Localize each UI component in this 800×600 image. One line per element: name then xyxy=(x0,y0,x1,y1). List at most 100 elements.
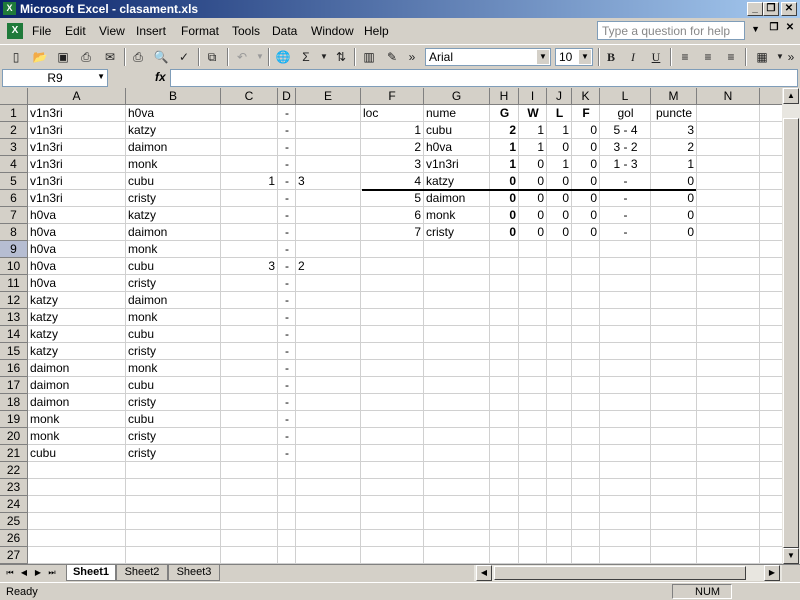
cell-forfeits[interactable]: 0 xyxy=(572,224,600,241)
toolbar-options-icon[interactable]: » xyxy=(784,48,798,66)
cell-home-team[interactable]: h0va xyxy=(28,207,128,224)
horizontal-scrollbar[interactable]: ◀ ▶ xyxy=(474,565,782,581)
permission-icon[interactable]: ⎙ xyxy=(76,48,96,66)
cell-home-team[interactable]: v1n3ri xyxy=(28,139,128,156)
column-header-a[interactable]: A xyxy=(28,88,126,105)
menu-file[interactable]: File xyxy=(32,24,51,38)
menu-window[interactable]: Window xyxy=(311,24,354,38)
minimize-button[interactable]: _ xyxy=(747,2,763,16)
cell-away-team[interactable]: cristy xyxy=(126,190,223,207)
chevron-down-icon[interactable]: ▼ xyxy=(537,50,549,64)
cell-home-goals[interactable] xyxy=(221,428,278,445)
insert-function-icon[interactable]: fx xyxy=(155,70,166,84)
standings-header-F[interactable]: F xyxy=(572,105,600,122)
menu-help[interactable]: Help xyxy=(364,24,389,38)
column-header-b[interactable]: B xyxy=(126,88,221,105)
cell-losses[interactable]: 0 xyxy=(547,224,572,241)
cell-wins[interactable]: 0 xyxy=(519,207,547,224)
cell-away-goals[interactable] xyxy=(296,326,363,343)
cell-away-team[interactable]: cubu xyxy=(126,411,223,428)
cell-score-dash[interactable]: - xyxy=(278,173,296,190)
cell-home-goals[interactable] xyxy=(221,224,278,241)
cell-score-dash[interactable]: - xyxy=(278,105,296,122)
row-header-1[interactable]: 1 xyxy=(0,105,28,122)
menu-view[interactable]: View xyxy=(99,24,125,38)
cell-score-dash[interactable]: - xyxy=(278,139,296,156)
row-header-9[interactable]: 9 xyxy=(0,241,28,258)
row-header-27[interactable]: 27 xyxy=(0,547,28,564)
column-header-c[interactable]: C xyxy=(221,88,278,105)
row-header-10[interactable]: 10 xyxy=(0,258,28,275)
cell-losses[interactable]: 1 xyxy=(547,156,572,173)
cell-forfeits[interactable]: 0 xyxy=(572,156,600,173)
cell-away-team[interactable]: cristy xyxy=(126,275,223,292)
cell-home-goals[interactable] xyxy=(221,207,278,224)
worksheet-grid[interactable]: A B C D E F G H I J K L M N 1 2 3 4 5 6 7 8 9 10 11 12 13 14 15 16 17 1… xyxy=(0,88,782,564)
cell-away-team[interactable]: cristy xyxy=(126,445,223,462)
cell-wins[interactable]: 0 xyxy=(519,173,547,190)
cell-home-goals[interactable] xyxy=(221,139,278,156)
cell-away-team[interactable]: cubu xyxy=(126,173,223,190)
help-question-input[interactable]: Type a question for help ▼ xyxy=(597,21,760,40)
cell-home-team[interactable]: cubu xyxy=(28,445,128,462)
cell-games[interactable]: 0 xyxy=(490,224,519,241)
formula-input[interactable] xyxy=(170,69,798,87)
cell-home-goals[interactable] xyxy=(221,292,278,309)
cell-away-team[interactable]: monk xyxy=(126,360,223,377)
row-header-16[interactable]: 16 xyxy=(0,360,28,377)
cell-home-team[interactable]: v1n3ri xyxy=(28,105,128,122)
cell-games[interactable]: 0 xyxy=(490,207,519,224)
cell-away-team[interactable]: katzy xyxy=(126,122,223,139)
cell-rank[interactable]: 7 xyxy=(361,224,424,241)
column-header-i[interactable]: I xyxy=(519,88,547,105)
cell-losses[interactable]: 1 xyxy=(547,122,572,139)
cell-score-dash[interactable]: - xyxy=(278,258,296,275)
standings-header-loc[interactable]: loc xyxy=(361,105,426,122)
standings-header-L[interactable]: L xyxy=(547,105,572,122)
row-header-3[interactable]: 3 xyxy=(0,139,28,156)
row-header-21[interactable]: 21 xyxy=(0,445,28,462)
cell-home-team[interactable]: katzy xyxy=(28,309,128,326)
toolbar-options-icon[interactable]: » xyxy=(402,48,422,66)
cell-losses[interactable]: 0 xyxy=(547,207,572,224)
cell-away-team[interactable]: cristy xyxy=(126,343,223,360)
cell-goals[interactable]: 3 - 2 xyxy=(600,139,651,156)
cell-games[interactable]: 2 xyxy=(490,122,519,139)
cell-losses[interactable]: 0 xyxy=(547,190,572,207)
cell-home-goals[interactable] xyxy=(221,122,278,139)
cell-home-goals[interactable] xyxy=(221,309,278,326)
cell-score-dash[interactable]: - xyxy=(278,394,296,411)
save-icon[interactable]: ▣ xyxy=(53,48,73,66)
print-preview-icon[interactable]: 🔍 xyxy=(151,48,171,66)
close-button[interactable]: ✕ xyxy=(781,2,797,16)
chevron-down-icon[interactable]: ▼ xyxy=(579,50,591,64)
cell-games[interactable]: 0 xyxy=(490,190,519,207)
cell-home-team[interactable]: daimon xyxy=(28,377,128,394)
cell-wins[interactable]: 1 xyxy=(519,122,547,139)
column-header-m[interactable]: M xyxy=(651,88,697,105)
row-header-24[interactable]: 24 xyxy=(0,496,28,513)
standings-header-W[interactable]: W xyxy=(519,105,547,122)
row-header-26[interactable]: 26 xyxy=(0,530,28,547)
cell-score-dash[interactable]: - xyxy=(278,224,296,241)
cell-home-goals[interactable] xyxy=(221,445,278,462)
column-header-j[interactable]: J xyxy=(547,88,572,105)
email-icon[interactable]: ✉ xyxy=(100,48,120,66)
last-sheet-icon[interactable]: ⏭ xyxy=(46,567,58,579)
cell-away-goals[interactable] xyxy=(296,156,363,173)
cell-away-goals[interactable] xyxy=(296,394,363,411)
cell-score-dash[interactable]: - xyxy=(278,241,296,258)
cell-home-goals[interactable] xyxy=(221,275,278,292)
row-header-4[interactable]: 4 xyxy=(0,156,28,173)
cell-away-team[interactable]: daimon xyxy=(126,224,223,241)
cell-wins[interactable]: 0 xyxy=(519,224,547,241)
cell-home-team[interactable]: v1n3ri xyxy=(28,190,128,207)
cell-away-team[interactable]: cristy xyxy=(126,394,223,411)
align-center-icon[interactable]: ≡ xyxy=(698,48,718,66)
menu-tools[interactable]: Tools xyxy=(232,24,260,38)
cell-name[interactable]: v1n3ri xyxy=(424,156,492,173)
cell-name[interactable]: daimon xyxy=(424,190,492,207)
sort-ascending-icon[interactable]: ⇅ xyxy=(331,48,351,66)
font-size-select[interactable]: 10 ▼ xyxy=(555,48,593,66)
cell-score-dash[interactable]: - xyxy=(278,275,296,292)
